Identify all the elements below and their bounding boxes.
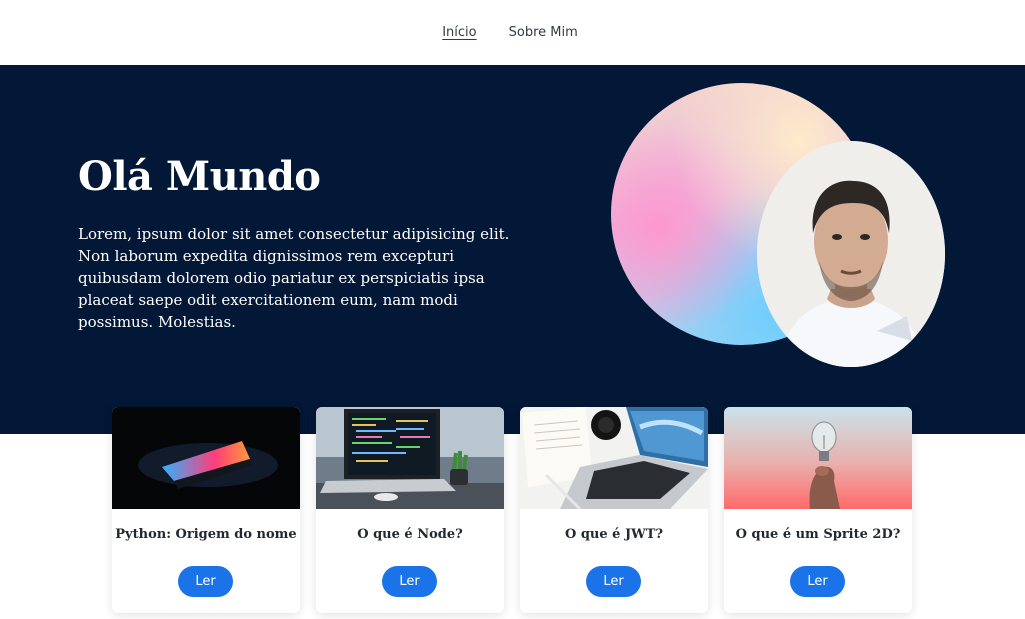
hero-section: Olá Mundo Lorem, ipsum dolor sit amet co… — [0, 65, 1025, 434]
laptop-dark-neon-image — [112, 407, 300, 509]
hero-title: Olá Mundo — [78, 153, 321, 200]
read-button[interactable]: Ler — [382, 566, 437, 597]
profile-photo — [757, 141, 945, 367]
read-button[interactable]: Ler — [178, 566, 233, 597]
avatar — [757, 141, 945, 367]
hero-text: Lorem, ipsum dolor sit amet consectetur … — [78, 225, 510, 331]
hand-lightbulb-image — [724, 407, 912, 509]
post-title: O que é Node? — [357, 527, 463, 542]
top-nav: Início Sobre Mim — [0, 0, 1025, 65]
post-card: Python: Origem do nome Ler — [112, 407, 300, 613]
post-cards: Python: Origem do nome Ler O que é Node?… — [112, 407, 912, 613]
post-title: O que é um Sprite 2D? — [735, 527, 901, 542]
post-card: O que é Node? Ler — [316, 407, 504, 613]
post-title: O que é JWT? — [564, 527, 664, 542]
post-card: O que é JWT? Ler — [520, 407, 708, 613]
post-title: Python: Origem do nome — [115, 527, 297, 542]
read-button[interactable]: Ler — [790, 566, 845, 597]
laptop-code-plant-image — [316, 407, 504, 509]
nav-link-sobre-mim[interactable]: Sobre Mim — [509, 25, 578, 40]
post-card: O que é um Sprite 2D? Ler — [724, 407, 912, 613]
nav-link-inicio[interactable]: Início — [442, 25, 476, 40]
read-button[interactable]: Ler — [586, 566, 641, 597]
laptop-desk-papers-image — [520, 407, 708, 509]
